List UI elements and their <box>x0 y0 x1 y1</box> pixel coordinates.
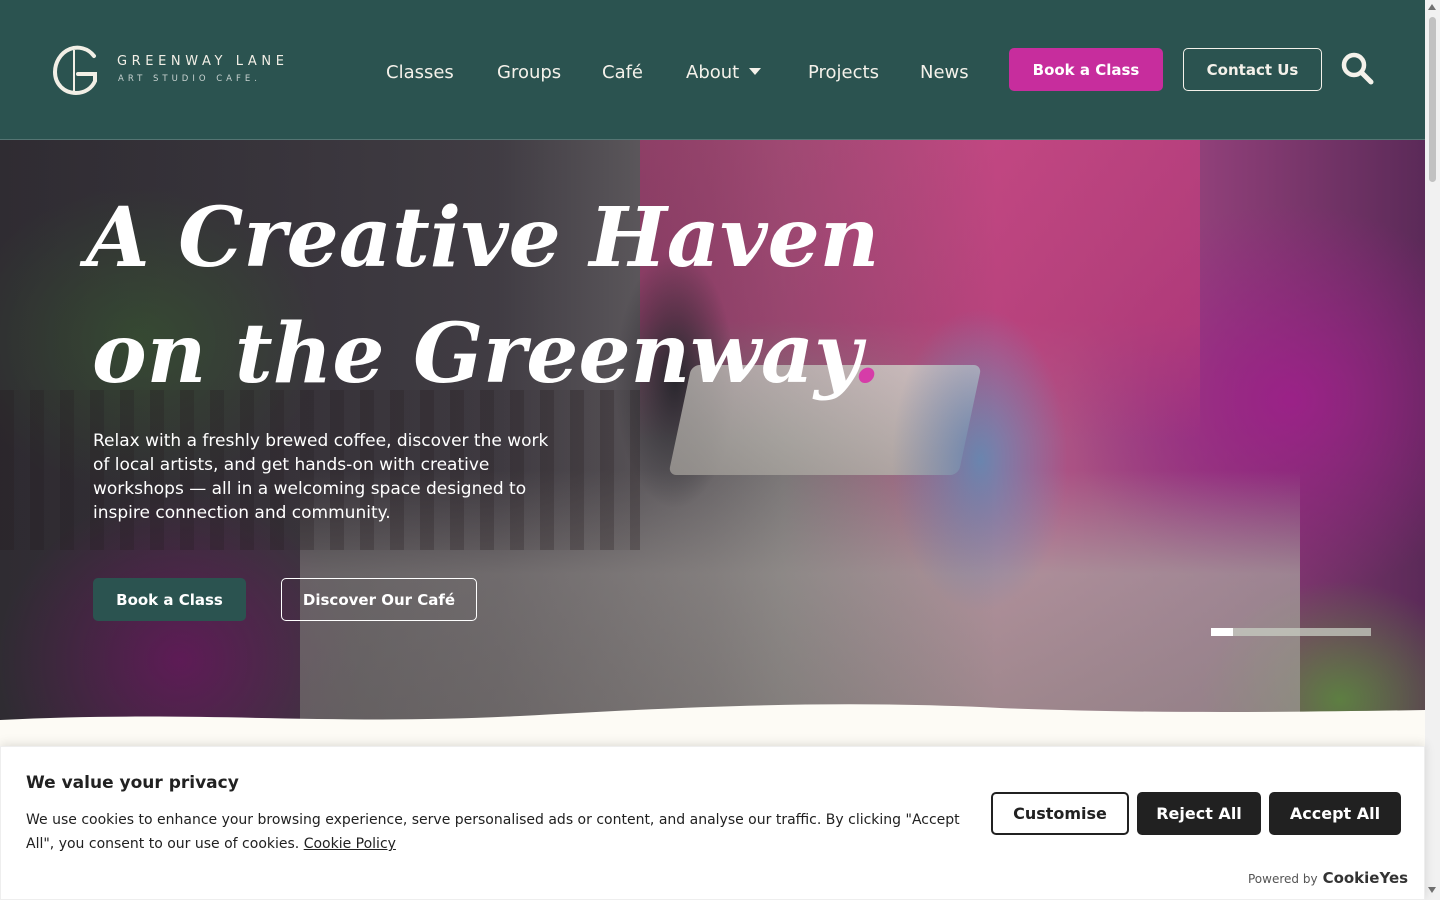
nav-item-about[interactable]: About <box>686 62 762 83</box>
brand-tagline: ART STUDIO CAFE. <box>118 74 261 84</box>
slider-progress[interactable] <box>1211 628 1371 636</box>
cookie-title: We value your privacy <box>26 773 239 793</box>
hero-wave-divider <box>0 704 1425 750</box>
slider-progress-fill <box>1211 628 1234 636</box>
contact-us-button[interactable]: Contact Us <box>1183 48 1322 91</box>
cookie-description: We use cookies to enhance your browsing … <box>26 812 960 852</box>
nav-item-news[interactable]: News <box>920 62 969 83</box>
nav-item-classes[interactable]: Classes <box>386 62 454 83</box>
hero-description: Relax with a freshly brewed coffee, disc… <box>93 431 549 523</box>
cookieyes-logo[interactable]: CookieYes <box>1323 869 1409 887</box>
site-logo[interactable]: GREENWAY LANE ART STUDIO CAFE. <box>52 44 312 98</box>
book-class-button[interactable]: Book a Class <box>1009 48 1163 91</box>
scroll-up-arrow-icon[interactable] <box>1428 4 1436 10</box>
reject-all-button[interactable]: Reject All <box>1137 792 1261 835</box>
hero-section: A Creative Haven on the Greenway. Relax … <box>0 140 1425 730</box>
cookie-policy-link[interactable]: Cookie Policy <box>304 836 396 852</box>
hero-title: A Creative Haven on the Greenway. <box>86 180 881 412</box>
customise-button[interactable]: Customise <box>991 792 1129 835</box>
cookie-banner: We value your privacy We use cookies to … <box>0 746 1425 900</box>
nav-item-about-label: About <box>686 62 740 83</box>
nav-item-projects[interactable]: Projects <box>808 62 879 83</box>
logo-g-icon <box>52 45 97 96</box>
scroll-down-arrow-icon[interactable] <box>1428 887 1436 893</box>
search-icon[interactable] <box>1340 51 1374 85</box>
nav-item-groups[interactable]: Groups <box>497 62 561 83</box>
page-scrollbar[interactable] <box>1425 0 1440 900</box>
hero-title-dot: . <box>852 306 881 402</box>
brand-name: GREENWAY LANE <box>117 54 289 69</box>
hero-title-line1: A Creative Haven <box>86 190 880 286</box>
hero-book-class-button[interactable]: Book a Class <box>93 578 246 621</box>
powered-by: Powered by CookieYes <box>1248 869 1408 887</box>
cookie-text: We use cookies to enhance your browsing … <box>26 808 981 856</box>
accept-all-button[interactable]: Accept All <box>1269 792 1401 835</box>
powered-by-label: Powered by <box>1248 872 1318 886</box>
scrollbar-thumb[interactable] <box>1429 17 1436 182</box>
hero-title-line2: on the Greenway <box>92 306 853 402</box>
nav-item-cafe[interactable]: Café <box>602 62 643 83</box>
chevron-down-icon <box>749 68 762 75</box>
hero-discover-cafe-button[interactable]: Discover Our Café <box>281 578 477 621</box>
site-header: GREENWAY LANE ART STUDIO CAFE. Classes G… <box>0 0 1425 140</box>
